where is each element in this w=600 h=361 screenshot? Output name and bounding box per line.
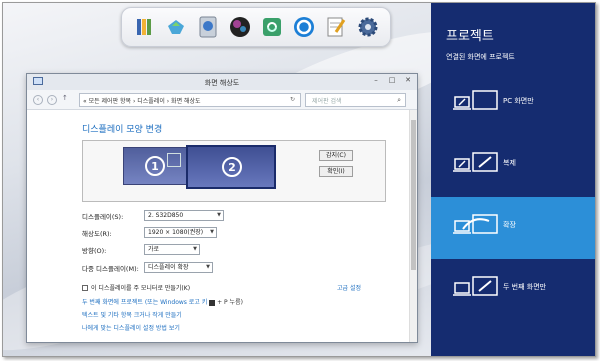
refresh-icon[interactable]: ↻ <box>290 96 295 103</box>
page-title: 디스플레이 모양 변경 <box>82 125 163 135</box>
minimize-button[interactable]: – <box>369 76 383 84</box>
circle-app-icon[interactable] <box>292 15 316 39</box>
text-size-link[interactable]: 텍스트 및 기타 항목 크거나 작게 만들기 <box>82 310 182 319</box>
option-pc-screen-only-label: PC 화면만 <box>503 97 534 105</box>
identify-button[interactable]: 확인(I) <box>319 166 353 177</box>
window-content: 디스플레이 모양 변경 1 2 감지(C) 확인(I) 디스플레이(S): 2.… <box>27 110 411 342</box>
resolution-value: 1920 × 1080(권장) <box>148 229 204 236</box>
charm-subtitle: 연결된 화면에 프로젝트 <box>446 53 515 61</box>
close-button[interactable]: ✕ <box>401 76 415 84</box>
monitor-1-grid-icon <box>167 153 181 167</box>
multiple-displays-label: 다중 디스플레이(M): <box>82 265 139 273</box>
screen-resolution-window: 화면 해상도 – □ ✕ ‹ › ↑ « 모든 제어판 항목 › 디스플레이 ›… <box>26 73 418 343</box>
resolution-label: 해상도(R): <box>82 230 112 238</box>
recycle-icon[interactable] <box>164 15 188 39</box>
forward-button[interactable]: › <box>47 95 57 105</box>
advanced-settings-link[interactable]: 고급 설정 <box>337 283 361 292</box>
project-charm-panel: 프로젝트 연결된 화면에 프로젝트 PC 화면만 복제 확장 두 번째 화면만 <box>431 3 595 356</box>
project-second-screen-link[interactable]: 두 번째 화면에 프로젝트 (또는 Windows 로고 키 + P 누름) <box>82 297 243 306</box>
multiple-displays-value: 디스플레이 확장 <box>148 264 189 271</box>
display-value: 2. S32D850 <box>148 212 184 219</box>
main-display-checkbox-label: 이 디스플레이를 주 모니터로 만들기(K) <box>91 285 191 292</box>
chevron-down-icon: ▼ <box>217 212 221 218</box>
chevron-down-icon: ▼ <box>193 246 197 252</box>
address-text: « 모든 제어판 항목 › 디스플레이 › 화면 해상도 <box>83 97 201 105</box>
pc-screen-only-icon <box>453 90 498 110</box>
monitor-1[interactable]: 1 <box>123 147 187 185</box>
window-title: 화면 해상도 <box>204 79 240 87</box>
main-display-option[interactable]: 이 디스플레이를 주 모니터로 만들기(K) <box>82 283 190 292</box>
detect-button[interactable]: 감지(C) <box>319 150 353 161</box>
monitor-1-number: 1 <box>145 156 165 176</box>
display-settings-help-link[interactable]: 나에게 맞는 디스플레이 설정 방법 보기 <box>82 323 180 332</box>
computer-icon[interactable] <box>196 15 220 39</box>
display-label: 디스플레이(S): <box>82 213 124 221</box>
main-display-checkbox[interactable] <box>82 284 88 291</box>
address-bar: ‹ › ↑ « 모든 제어판 항목 › 디스플레이 › 화면 해상도 ↻ 제어판… <box>27 90 417 110</box>
search-icon: ⌕ <box>397 96 401 104</box>
scrollbar-thumb[interactable] <box>411 120 416 270</box>
display-select[interactable]: 2. S32D850 ▼ <box>144 210 224 221</box>
second-screen-only-icon <box>453 276 498 296</box>
orientation-value: 가로 <box>148 246 160 253</box>
orientation-label: 방향(O): <box>82 247 107 255</box>
notepad-icon[interactable] <box>324 15 348 39</box>
project-link-suffix: + P 누름) <box>215 299 243 306</box>
option-duplicate-label: 복제 <box>503 159 516 167</box>
vertical-scrollbar[interactable] <box>409 110 417 342</box>
window-titlebar: 화면 해상도 – □ ✕ <box>27 74 417 90</box>
chevron-down-icon: ▼ <box>206 264 210 270</box>
gear-icon[interactable] <box>356 15 380 39</box>
option-second-screen-only[interactable]: 두 번째 화면만 <box>431 259 595 321</box>
screen: 화면 해상도 – □ ✕ ‹ › ↑ « 모든 제어판 항목 › 디스플레이 ›… <box>2 2 596 357</box>
option-second-screen-only-label: 두 번째 화면만 <box>503 283 547 291</box>
monitor-2-number: 2 <box>222 157 242 177</box>
project-link-text: 두 번째 화면에 프로젝트 (또는 Windows 로고 키 <box>82 299 210 306</box>
search-placeholder: 제어판 검색 <box>312 97 342 105</box>
search-input[interactable]: 제어판 검색 ⌕ <box>305 93 406 107</box>
option-extend[interactable]: 확장 <box>431 197 595 259</box>
library-icon[interactable] <box>132 15 156 39</box>
app-dock <box>121 7 391 47</box>
multiple-displays-select[interactable]: 디스플레이 확장 ▼ <box>144 262 213 273</box>
option-extend-label: 확장 <box>503 221 516 229</box>
monitor-2[interactable]: 2 <box>186 145 276 189</box>
monitor-arrangement: 1 2 감지(C) 확인(I) <box>82 140 386 202</box>
media-ball-icon[interactable] <box>228 15 252 39</box>
maximize-button[interactable]: □ <box>385 76 399 84</box>
back-button[interactable]: ‹ <box>33 95 43 105</box>
option-pc-screen-only[interactable]: PC 화면만 <box>431 73 595 135</box>
chevron-down-icon: ▼ <box>210 229 214 235</box>
address-field[interactable]: « 모든 제어판 항목 › 디스플레이 › 화면 해상도 <box>79 93 301 107</box>
option-duplicate[interactable]: 복제 <box>431 135 595 197</box>
orientation-select[interactable]: 가로 ▼ <box>144 244 200 255</box>
sync-icon[interactable] <box>260 15 284 39</box>
extend-icon <box>453 214 498 234</box>
up-button[interactable]: ↑ <box>62 94 68 102</box>
duplicate-icon <box>453 152 498 172</box>
charm-title: 프로젝트 <box>446 29 494 44</box>
resolution-select[interactable]: 1920 × 1080(권장) ▼ <box>144 227 217 238</box>
